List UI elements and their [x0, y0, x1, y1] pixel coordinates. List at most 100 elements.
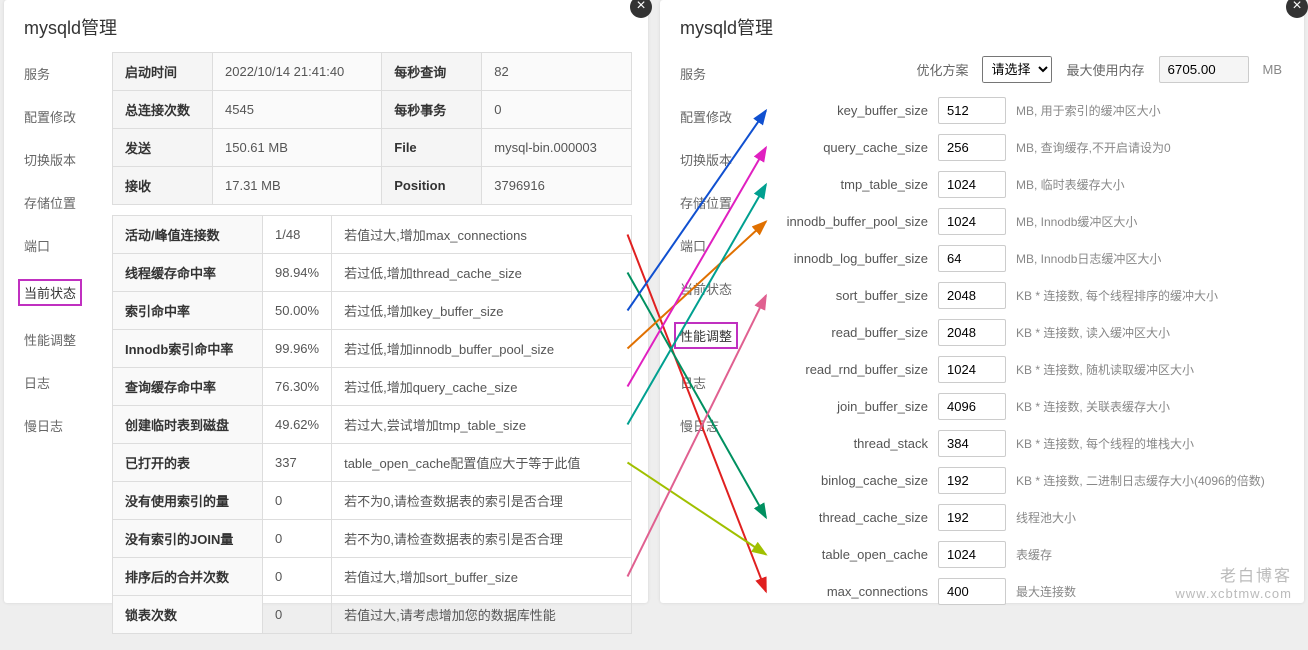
status-advice: 若值过大,增加sort_buffer_size — [332, 558, 632, 596]
nav-item[interactable]: 存储位置 — [20, 181, 112, 224]
param-row: sort_buffer_sizeKB * 连接数, 每个线程排序的缓冲大小 — [768, 282, 1288, 309]
status-name: 活动/峰值连接数 — [113, 216, 263, 254]
nav-item[interactable]: 服务 — [676, 52, 768, 95]
nav-item[interactable]: 配置修改 — [20, 95, 112, 138]
param-input[interactable] — [938, 97, 1006, 124]
nav-item[interactable]: 性能调整 — [20, 318, 112, 361]
nav-item[interactable]: 当前状态 — [20, 267, 112, 318]
param-row: read_rnd_buffer_size KB * 连接数, 随机读取缓冲区大小 — [768, 356, 1288, 383]
status-name: Innodb索引命中率 — [113, 330, 263, 368]
param-row: read_buffer_sizeKB * 连接数, 读入缓冲区大小 — [768, 319, 1288, 346]
param-row: innodb_buffer_pool_size MB, Innodb缓冲区大小 — [768, 208, 1288, 235]
param-input[interactable] — [938, 319, 1006, 346]
nav-item[interactable]: 配置修改 — [676, 95, 768, 138]
param-input[interactable] — [938, 245, 1006, 272]
param-row: tmp_table_sizeMB, 临时表缓存大小 — [768, 171, 1288, 198]
status-value: 99.96% — [263, 330, 332, 368]
params-list: key_buffer_sizeMB, 用于索引的缓冲区大小 query_cache… — [768, 97, 1288, 605]
param-input[interactable] — [938, 282, 1006, 309]
param-input[interactable] — [938, 541, 1006, 568]
status-advice: 若值过大,增加max_connections — [332, 216, 632, 254]
stats-table: 启动时间 2022/10/14 21:41:40 每秒查询 82 总连接次数 4… — [112, 52, 632, 205]
stat-label: 每秒查询 — [382, 53, 482, 91]
mem-label: 最大使用内存 — [1066, 60, 1144, 79]
param-label: table_open_cache — [768, 547, 928, 562]
panel-title-right: mysqld管理 — [660, 0, 1304, 52]
stat-label: 启动时间 — [113, 53, 213, 91]
status-name: 线程缓存命中率 — [113, 254, 263, 292]
status-advice: 若不为0,请检查数据表的索引是否合理 — [332, 482, 632, 520]
nav-left: 服务配置修改切换版本存储位置端口当前状态性能调整日志慢日志 — [4, 52, 112, 634]
max-memory-input[interactable] — [1159, 56, 1249, 83]
status-advice: 若不为0,请检查数据表的索引是否合理 — [332, 520, 632, 558]
stat-label: 接收 — [113, 167, 213, 205]
status-advice: 若过低,增加innodb_buffer_pool_size — [332, 330, 632, 368]
param-desc: 表缓存 — [1016, 546, 1288, 563]
status-advice: 若过低,增加thread_cache_size — [332, 254, 632, 292]
status-advice: 若过低,增加key_buffer_size — [332, 292, 632, 330]
table-row: Innodb索引命中率99.96%若过低,增加innodb_buffer_poo… — [113, 330, 632, 368]
nav-item[interactable]: 存储位置 — [676, 181, 768, 224]
param-label: thread_stack — [768, 436, 928, 451]
param-input[interactable] — [938, 467, 1006, 494]
status-name: 索引命中率 — [113, 292, 263, 330]
nav-item[interactable]: 当前状态 — [676, 267, 768, 310]
nav-item[interactable]: 切换版本 — [20, 138, 112, 181]
nav-item[interactable]: 日志 — [676, 361, 768, 404]
param-input[interactable] — [938, 134, 1006, 161]
param-input[interactable] — [938, 171, 1006, 198]
param-label: query_cache_size — [768, 140, 928, 155]
param-input[interactable] — [938, 578, 1006, 605]
param-desc: KB * 连接数, 随机读取缓冲区大小 — [1016, 361, 1288, 378]
param-desc: MB, Innodb缓冲区大小 — [1016, 213, 1288, 230]
nav-item[interactable]: 端口 — [676, 224, 768, 267]
nav-item[interactable]: 切换版本 — [676, 138, 768, 181]
param-row: key_buffer_sizeMB, 用于索引的缓冲区大小 — [768, 97, 1288, 124]
param-input[interactable] — [938, 504, 1006, 531]
plan-select[interactable]: 请选择 — [982, 56, 1052, 83]
param-row: join_buffer_sizeKB * 连接数, 关联表缓存大小 — [768, 393, 1288, 420]
status-value: 1/48 — [263, 216, 332, 254]
param-row: thread_stackKB * 连接数, 每个线程的堆栈大小 — [768, 430, 1288, 457]
panel-title-left: mysqld管理 — [4, 0, 648, 52]
table-row: 创建临时表到磁盘49.62%若过大,尝试增加tmp_table_size — [113, 406, 632, 444]
param-input[interactable] — [938, 208, 1006, 235]
close-icon[interactable]: × — [630, 0, 652, 18]
status-name: 排序后的合并次数 — [113, 558, 263, 596]
param-row: innodb_log_buffer_sizeMB, Innodb日志缓冲区大小 — [768, 245, 1288, 272]
nav-item[interactable]: 服务 — [20, 52, 112, 95]
table-row: 活动/峰值连接数1/48若值过大,增加max_connections — [113, 216, 632, 254]
param-input[interactable] — [938, 393, 1006, 420]
plan-label: 优化方案 — [916, 60, 968, 79]
param-label: innodb_buffer_pool_size — [768, 214, 928, 229]
nav-item[interactable]: 性能调整 — [676, 310, 768, 361]
status-value: 49.62% — [263, 406, 332, 444]
param-desc: 线程池大小 — [1016, 509, 1288, 526]
status-value: 0 — [263, 558, 332, 596]
left-panel: × mysqld管理 服务配置修改切换版本存储位置端口当前状态性能调整日志慢日志… — [4, 0, 648, 603]
right-panel: × mysqld管理 服务配置修改切换版本存储位置端口当前状态性能调整日志慢日志… — [660, 0, 1304, 603]
nav-item[interactable]: 慢日志 — [676, 404, 768, 447]
param-label: thread_cache_size — [768, 510, 928, 525]
table-row: 锁表次数0若值过大,请考虑增加您的数据库性能 — [113, 596, 632, 634]
status-value: 337 — [263, 444, 332, 482]
param-row: query_cache_size MB, 查询缓存,不开启请设为0 — [768, 134, 1288, 161]
status-value: 0 — [263, 482, 332, 520]
nav-item[interactable]: 日志 — [20, 361, 112, 404]
param-desc: KB * 连接数, 读入缓冲区大小 — [1016, 324, 1288, 341]
status-value: 0 — [263, 596, 332, 634]
param-label: read_rnd_buffer_size — [768, 362, 928, 377]
stat-value: 4545 — [213, 91, 382, 129]
close-icon[interactable]: × — [1286, 0, 1308, 18]
nav-item[interactable]: 端口 — [20, 224, 112, 267]
stat-value: mysql-bin.000003 — [482, 129, 632, 167]
stat-value: 0 — [482, 91, 632, 129]
param-input[interactable] — [938, 430, 1006, 457]
status-value: 0 — [263, 520, 332, 558]
nav-item[interactable]: 慢日志 — [20, 404, 112, 447]
param-input[interactable] — [938, 356, 1006, 383]
status-table: 活动/峰值连接数1/48若值过大,增加max_connections线程缓存命中… — [112, 215, 632, 634]
table-row: 索引命中率50.00%若过低,增加key_buffer_size — [113, 292, 632, 330]
param-desc: MB, 查询缓存,不开启请设为0 — [1016, 139, 1288, 156]
param-desc: MB, 临时表缓存大小 — [1016, 176, 1288, 193]
